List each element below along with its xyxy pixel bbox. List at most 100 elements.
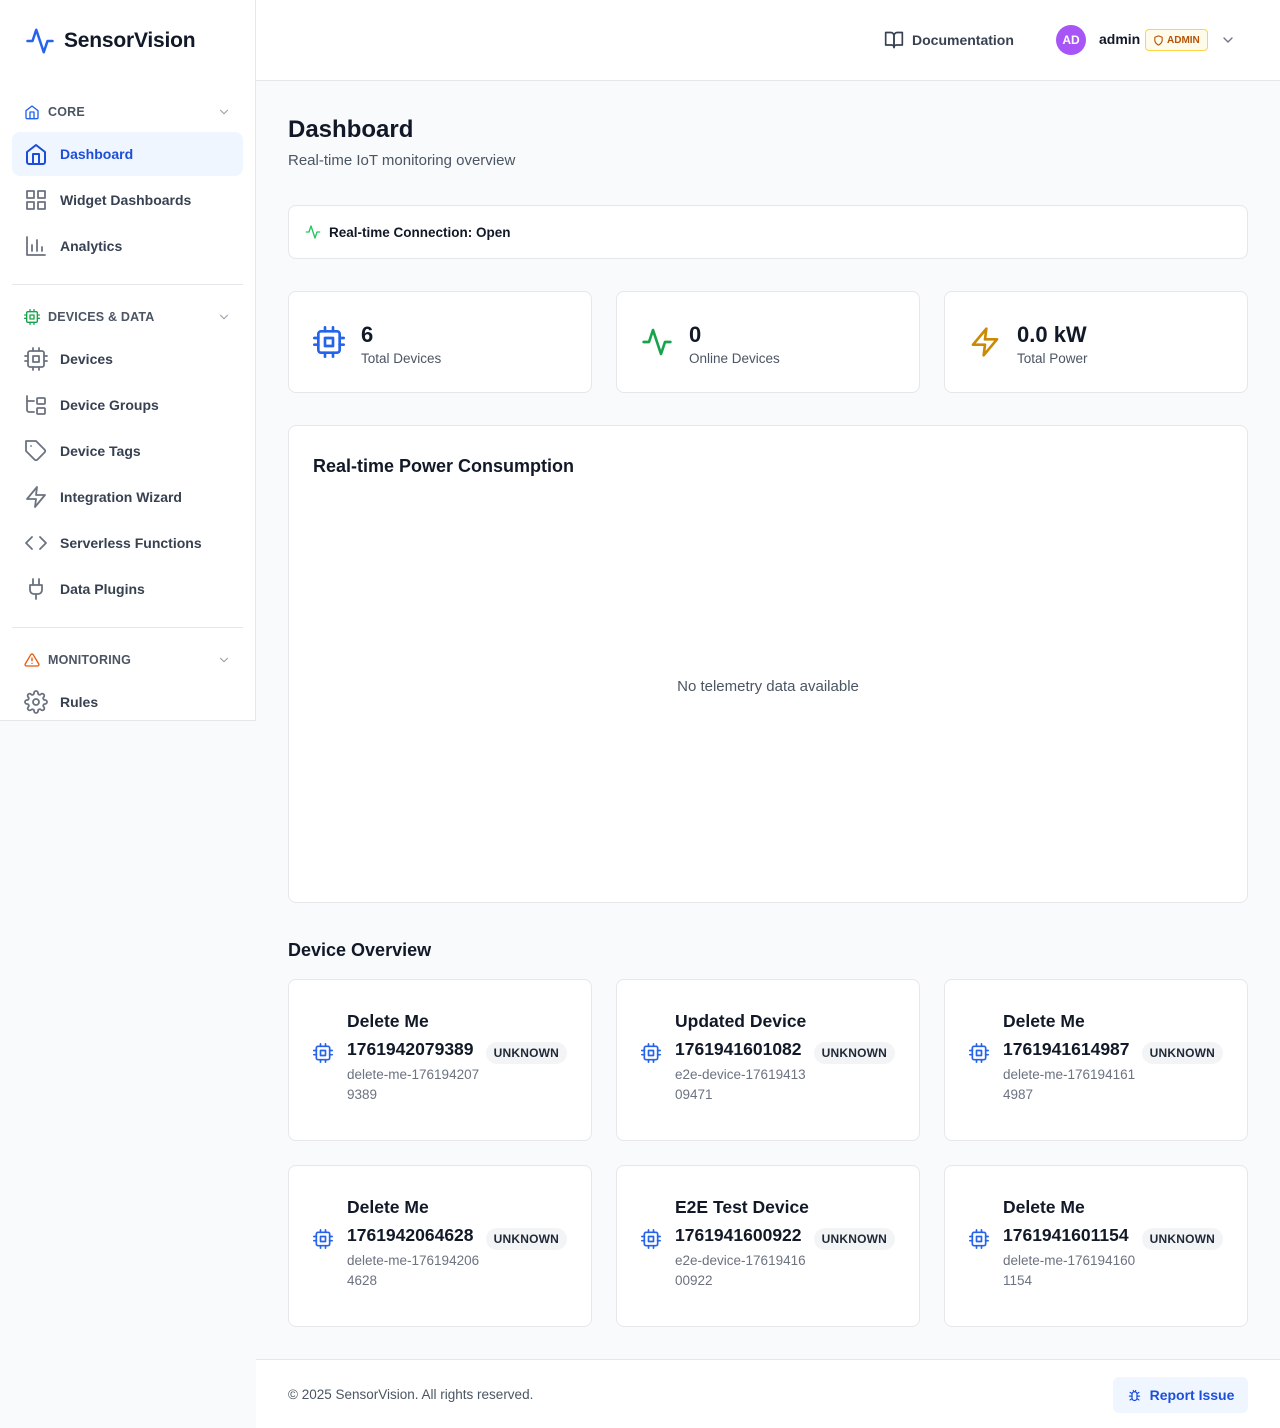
chart-title: Real-time Power Consumption [313,456,575,476]
power-chart-card: Real-time Power Consumption No telemetry… [288,425,1248,903]
sidebar-item-label: Device Tags [60,443,141,459]
cpu-icon [641,1043,661,1063]
section-devices-data-toggle[interactable]: DEVICES & DATA [12,299,243,335]
cpu-icon [24,347,48,371]
sidebar-item-label: Analytics [60,238,123,254]
sidebar-item-data-plugins[interactable]: Data Plugins [12,567,243,611]
sidebar-item-serverless-functions[interactable]: Serverless Functions [12,521,243,565]
home-icon [25,105,39,120]
plug-icon [29,578,43,600]
section-monitoring-toggle[interactable]: MONITORING [12,642,243,678]
cpu-icon [313,1043,333,1063]
username: admin [1099,31,1141,47]
activity-icon [642,328,672,356]
device-slug: delete-me-1761942064628 [347,1253,480,1288]
page-subtitle: Real-time IoT monitoring overview [288,152,516,169]
sidebar-item-device-tags[interactable]: Device Tags [12,429,243,473]
sidebar-item-analytics[interactable]: Analytics [12,224,243,268]
sidebar-item-dashboard[interactable]: Dashboard [12,132,243,176]
device-name: Delete Me 1761942079389 [347,1011,474,1059]
tag-icon [25,440,47,462]
sidebar-item-label: Devices [60,351,113,367]
device-card[interactable]: Delete Me 1761941601154 delete-me-1761941… [944,1165,1248,1327]
app-name: SensorVision [64,29,196,52]
sidebar-item-widget-dashboards[interactable]: Widget Dashboards [12,178,243,222]
device-card[interactable]: Delete Me 1761941614987 delete-me-1761941… [944,979,1248,1141]
stat-caption: Total Power [1017,351,1088,366]
grid-icon [26,190,46,210]
app-logo[interactable]: SensorVision [24,26,196,56]
avatar[interactable]: AD [1056,25,1086,55]
device-card[interactable]: E2E Test Device 1761941600922 e2e-device-… [616,1165,920,1327]
report-issue-button[interactable]: Report Issue [1113,1377,1248,1413]
chevron-down-icon [219,109,229,115]
report-issue-label: Report Issue [1149,1387,1235,1403]
device-name: Delete Me 1761941601154 [1003,1197,1129,1245]
device-card[interactable]: Delete Me 1761942079389 delete-me-1761942… [288,979,592,1141]
sidebar-item-label: Rules [60,694,99,710]
section-core-toggle[interactable]: CORE [12,94,243,130]
status-badge: UNKNOWN [485,1042,567,1064]
sidebar-item-device-groups[interactable]: Device Groups [12,383,243,427]
top-header: Documentation AD admin ADMIN [256,0,1280,81]
stat-value: 0 [689,322,702,347]
sidebar-item-label: Device Groups [60,397,159,413]
zap-icon [971,327,999,357]
connection-status-card: Real-time Connection: Open [288,205,1248,259]
sidebar-item-devices[interactable]: Devices [12,337,243,381]
status-badge: UNKNOWN [813,1042,895,1064]
shield-icon [1154,34,1163,46]
device-name: Updated Device 1761941601082 [675,1011,807,1059]
cpu-icon [313,1229,333,1249]
copyright-text: © 2025 SensorVision. All rights reserved… [288,1387,534,1402]
section-devices-data-label: DEVICES & DATA [48,310,155,324]
documentation-link[interactable]: Documentation [884,28,1014,52]
device-slug: delete-me-1761941614987 [1003,1067,1136,1102]
device-name: Delete Me 1761942064628 [347,1197,474,1245]
stat-card-total-devices: 6 Total Devices [288,291,592,393]
status-badge: UNKNOWN [1141,1042,1223,1064]
activity-icon [305,225,321,239]
cpu-icon [969,1043,989,1063]
section-monitoring-label: MONITORING [48,653,132,667]
role-badge: ADMIN [1145,29,1208,51]
role-label: ADMIN [1167,34,1200,46]
footer: © 2025 SensorVision. All rights reserved… [256,1359,1280,1428]
chevron-down-icon [219,657,229,663]
activity-logo-icon [26,28,54,54]
sidebar-item-rules[interactable]: Rules [12,680,243,724]
device-name: Delete Me 1761941614987 [1003,1011,1130,1059]
cpu-icon [969,1229,989,1249]
cpu-icon [313,326,345,358]
sidebar: SensorVision CORE Dashboard Widget Dashb… [0,0,256,721]
sidebar-item-label: Widget Dashboards [60,192,192,208]
home-icon [26,144,46,165]
alert-triangle-icon [24,653,40,667]
book-open-icon [884,31,904,49]
stat-value: 6 [361,322,374,347]
bug-icon [1128,1389,1140,1401]
device-slug: delete-me-1761942079389 [347,1067,480,1102]
stat-card-total-power: 0.0 kW Total Power [944,291,1248,393]
cpu-icon [24,309,40,325]
chart-empty-message: No telemetry data available [677,678,859,695]
device-slug: e2e-device-1761941600922 [675,1253,806,1288]
sidebar-item-integration-wizard[interactable]: Integration Wizard [12,475,243,519]
sidebar-item-label: Integration Wizard [60,489,182,505]
chevron-down-icon[interactable] [1220,32,1236,48]
sidebar-divider [12,627,243,628]
status-badge: UNKNOWN [485,1228,567,1250]
status-badge: UNKNOWN [1141,1228,1223,1250]
page-title: Dashboard [288,116,414,143]
status-badge: UNKNOWN [813,1228,895,1250]
sidebar-divider [12,284,243,285]
device-overview-title: Device Overview [288,940,432,960]
device-card[interactable]: Updated Device 1761941601082 e2e-device-1… [616,979,920,1141]
device-slug: e2e-device-1761941309471 [675,1067,806,1102]
device-name: E2E Test Device 1761941600922 [675,1197,809,1245]
section-core-label: CORE [48,105,85,119]
bar-chart-icon [26,236,46,256]
stat-caption: Total Devices [361,351,442,366]
gear-icon [24,690,48,714]
device-card[interactable]: Delete Me 1761942064628 delete-me-1761942… [288,1165,592,1327]
